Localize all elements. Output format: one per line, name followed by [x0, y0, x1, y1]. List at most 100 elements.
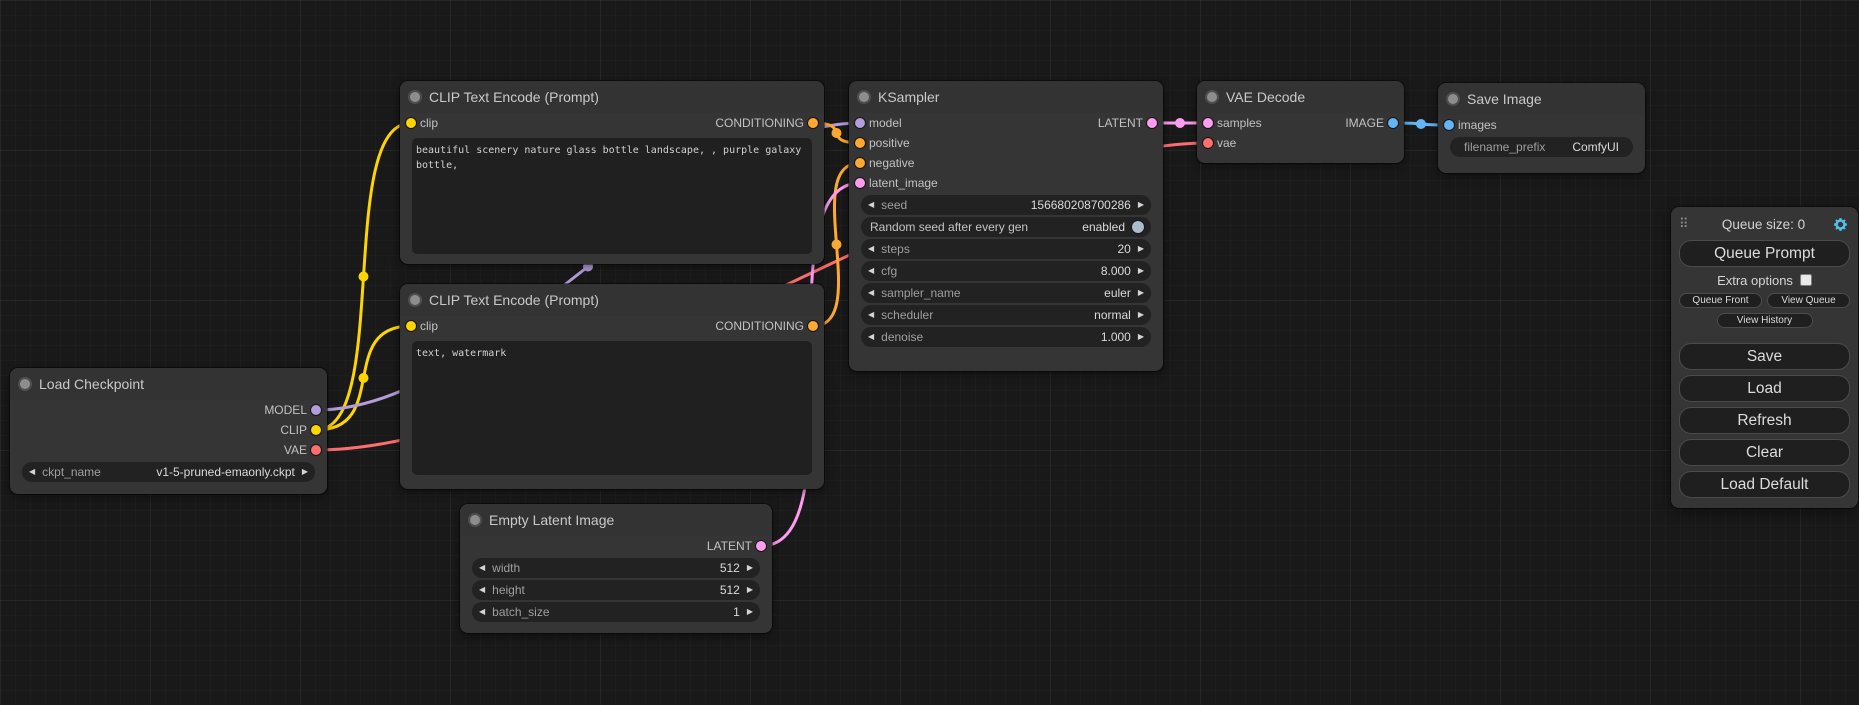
stepper-left-icon[interactable]: ◀	[868, 201, 874, 209]
stepper-right-icon[interactable]: ▶	[747, 564, 753, 572]
collapse-dot[interactable]	[1448, 94, 1458, 104]
node-empty-latent-image[interactable]: Empty Latent Image LATENT ◀ width 512 ▶ …	[460, 504, 772, 633]
output-port-image[interactable]	[1388, 118, 1398, 128]
widget-scheduler[interactable]: ◀ scheduler normal ▶	[861, 305, 1151, 325]
stepper-left-icon[interactable]: ◀	[868, 289, 874, 297]
load-button[interactable]: Load	[1679, 375, 1850, 402]
widget-name: filename_prefix	[1464, 140, 1545, 154]
stepper-right-icon[interactable]: ▶	[747, 608, 753, 616]
node-clip-text-encode-negative[interactable]: CLIP Text Encode (Prompt) clip CONDITION…	[400, 284, 824, 489]
node-title-bar: KSampler	[849, 81, 1163, 113]
stepper-right-icon[interactable]: ▶	[747, 586, 753, 594]
toggle-knob-icon[interactable]	[1132, 221, 1144, 233]
stepper-left-icon[interactable]: ◀	[479, 608, 485, 616]
widget-height[interactable]: ◀ height 512 ▶	[472, 580, 760, 600]
widget-name: Random seed after every gen	[870, 220, 1028, 234]
widget-value: ComfyUI	[1572, 140, 1619, 154]
widget-batch-size[interactable]: ◀ batch_size 1 ▶	[472, 602, 760, 622]
node-title: VAE Decode	[1226, 89, 1305, 105]
stepper-left-icon[interactable]: ◀	[29, 468, 35, 476]
stepper-left-icon[interactable]: ◀	[868, 267, 874, 275]
widget-sampler-name[interactable]: ◀ sampler_name euler ▶	[861, 283, 1151, 303]
widget-value: euler	[1104, 286, 1131, 300]
wire-midpoint-dot	[832, 128, 842, 138]
widget-name: seed	[881, 198, 907, 212]
extra-options-checkbox[interactable]	[1800, 274, 1812, 286]
clear-button[interactable]: Clear	[1679, 439, 1850, 466]
node-vae-decode[interactable]: VAE Decode samples IMAGE vae	[1197, 81, 1404, 163]
input-port-positive[interactable]	[855, 138, 865, 148]
widget-value: 512	[720, 561, 740, 575]
widget-random-seed-toggle[interactable]: Random seed after every gen enabled	[861, 217, 1151, 237]
node-title-bar: Save Image	[1438, 83, 1645, 115]
slot-row: vae	[1197, 133, 1404, 153]
collapse-dot[interactable]	[410, 92, 420, 102]
view-queue-button[interactable]: View Queue	[1767, 293, 1850, 308]
collapse-dot[interactable]	[20, 379, 30, 389]
slot-row: latent_image	[849, 173, 1163, 193]
widget-name: steps	[881, 242, 910, 256]
input-label: negative	[869, 156, 914, 170]
widget-denoise[interactable]: ◀ denoise 1.000 ▶	[861, 327, 1151, 347]
widget-ckpt-name[interactable]: ◀ ckpt_name v1-5-pruned-emaonly.ckpt ▶	[22, 462, 315, 482]
input-port-images[interactable]	[1444, 120, 1454, 130]
negative-prompt-textarea[interactable]: text, watermark	[412, 341, 812, 475]
input-port-negative[interactable]	[855, 158, 865, 168]
stepper-left-icon[interactable]: ◀	[868, 311, 874, 319]
widget-cfg[interactable]: ◀ cfg 8.000 ▶	[861, 261, 1151, 281]
output-port-conditioning[interactable]	[808, 321, 818, 331]
widget-width[interactable]: ◀ width 512 ▶	[472, 558, 760, 578]
widget-seed[interactable]: ◀ seed 156680208700286 ▶	[861, 195, 1151, 215]
node-load-checkpoint[interactable]: Load Checkpoint MODEL CLIP VAE ◀ ckpt_na…	[10, 368, 327, 494]
slot-row: images	[1438, 115, 1645, 135]
widget-value: 20	[1117, 242, 1130, 256]
save-button[interactable]: Save	[1679, 343, 1850, 370]
output-port-vae[interactable]	[311, 445, 321, 455]
positive-prompt-textarea[interactable]: beautiful scenery nature glass bottle la…	[412, 138, 812, 254]
collapse-dot[interactable]	[410, 295, 420, 305]
load-default-button[interactable]: Load Default	[1679, 471, 1850, 498]
queue-front-button[interactable]: Queue Front	[1679, 293, 1762, 308]
stepper-right-icon[interactable]: ▶	[1138, 311, 1144, 319]
node-clip-text-encode-positive[interactable]: CLIP Text Encode (Prompt) clip CONDITION…	[400, 81, 824, 264]
output-port-conditioning[interactable]	[808, 118, 818, 128]
refresh-button[interactable]: Refresh	[1679, 407, 1850, 434]
collapse-dot[interactable]	[470, 515, 480, 525]
collapse-dot[interactable]	[1207, 92, 1217, 102]
input-port-clip[interactable]	[406, 321, 416, 331]
drag-handle-icon[interactable]: ⠿	[1679, 216, 1695, 232]
stepper-left-icon[interactable]: ◀	[479, 586, 485, 594]
widget-name: ckpt_name	[42, 465, 101, 479]
node-save-image[interactable]: Save Image images filename_prefix ComfyU…	[1438, 83, 1645, 173]
node-title: KSampler	[878, 89, 939, 105]
stepper-left-icon[interactable]: ◀	[479, 564, 485, 572]
stepper-right-icon[interactable]: ▶	[302, 468, 308, 476]
input-label: clip	[420, 116, 438, 130]
input-port-model[interactable]	[855, 118, 865, 128]
settings-gear-icon[interactable]	[1832, 215, 1850, 233]
node-graph-canvas[interactable]: Load Checkpoint MODEL CLIP VAE ◀ ckpt_na…	[0, 0, 1859, 705]
stepper-right-icon[interactable]: ▶	[1138, 267, 1144, 275]
node-ksampler[interactable]: KSampler model LATENT positive negative …	[849, 81, 1163, 371]
stepper-left-icon[interactable]: ◀	[868, 333, 874, 341]
queue-prompt-button[interactable]: Queue Prompt	[1679, 240, 1850, 267]
output-port-latent[interactable]	[1147, 118, 1157, 128]
input-port-samples[interactable]	[1203, 118, 1213, 128]
stepper-right-icon[interactable]: ▶	[1138, 289, 1144, 297]
stepper-right-icon[interactable]: ▶	[1138, 333, 1144, 341]
stepper-right-icon[interactable]: ▶	[1138, 201, 1144, 209]
extra-options-label: Extra options	[1717, 273, 1793, 288]
view-history-button[interactable]: View History	[1717, 313, 1813, 328]
node-title: Empty Latent Image	[489, 512, 614, 528]
widget-filename-prefix[interactable]: filename_prefix ComfyUI	[1450, 137, 1633, 157]
stepper-right-icon[interactable]: ▶	[1138, 245, 1144, 253]
input-port-clip[interactable]	[406, 118, 416, 128]
widget-steps[interactable]: ◀ steps 20 ▶	[861, 239, 1151, 259]
stepper-left-icon[interactable]: ◀	[868, 245, 874, 253]
collapse-dot[interactable]	[859, 92, 869, 102]
output-port-latent[interactable]	[756, 541, 766, 551]
output-port-clip[interactable]	[311, 425, 321, 435]
input-port-latent-image[interactable]	[855, 178, 865, 188]
output-port-model[interactable]	[311, 405, 321, 415]
input-port-vae[interactable]	[1203, 138, 1213, 148]
